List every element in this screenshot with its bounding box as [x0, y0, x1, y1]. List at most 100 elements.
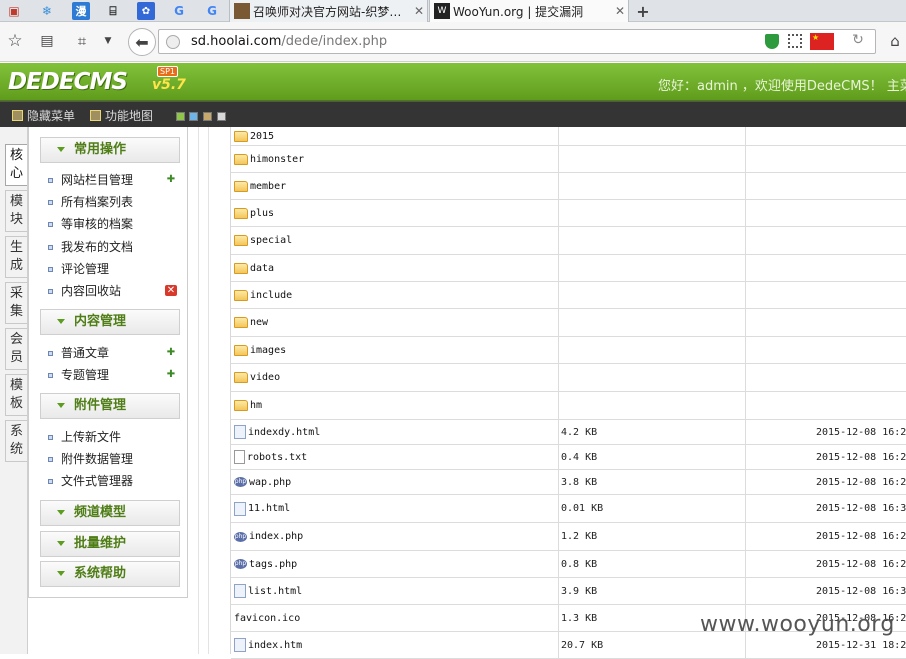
address-bar[interactable]: sd.hoolai.com/dede/index.php ★ ↻ [158, 29, 876, 54]
skin-swatch-green[interactable] [176, 112, 185, 121]
sidetab-system[interactable]: 系统 [5, 420, 27, 462]
file-name[interactable]: himonster [250, 154, 304, 165]
sidetab-generate[interactable]: 生成 [5, 236, 27, 278]
snowflake-icon[interactable]: ❄ [38, 2, 56, 20]
file-name[interactable]: robots.txt [247, 452, 307, 463]
file-name[interactable]: wap.php [249, 477, 291, 488]
file-name[interactable]: 11.html [248, 503, 290, 514]
menu-item[interactable]: 网站栏目管理 ✚ [48, 170, 175, 190]
menu-item[interactable]: 评论管理 [48, 259, 109, 279]
folder-row[interactable]: 2015 [231, 127, 906, 146]
skin-swatch-brown[interactable] [203, 112, 212, 121]
add-icon[interactable]: ✚ [165, 347, 177, 358]
menu-header-content[interactable]: 内容管理 [40, 309, 180, 335]
menu-item[interactable]: 普通文章 ✚ [48, 343, 175, 363]
home-icon[interactable]: ⌂ [886, 32, 904, 50]
file-name[interactable]: tags.php [249, 559, 297, 570]
add-icon[interactable]: ✚ [165, 174, 177, 185]
file-row[interactable]: php index.php 1.2 KB 2015-12-08 16:2 [231, 523, 906, 551]
file-name-cell[interactable]: index.htm [234, 632, 302, 658]
file-name-cell[interactable]: new [234, 309, 268, 336]
file-name[interactable]: images [250, 345, 286, 356]
file-name-cell[interactable]: php index.php [234, 523, 303, 550]
file-name[interactable]: member [250, 181, 286, 192]
file-name[interactable]: plus [250, 208, 274, 219]
file-name[interactable]: index.htm [248, 640, 302, 651]
file-name-cell[interactable]: include [234, 282, 292, 308]
folder-row[interactable]: member [231, 173, 906, 200]
menu-item[interactable]: 所有档案列表 [48, 192, 133, 212]
menu-header-channel[interactable]: 频道模型 [40, 500, 180, 526]
file-row[interactable]: php wap.php 3.8 KB 2015-12-08 16:2 [231, 470, 906, 495]
new-tab-button[interactable]: + [634, 2, 652, 21]
sidetab-module[interactable]: 模块 [5, 190, 27, 232]
chevron-down-icon[interactable]: ▼ [101, 34, 115, 48]
sidetab-template[interactable]: 模板 [5, 374, 27, 416]
add-icon[interactable]: ✚ [165, 369, 177, 380]
file-name-cell[interactable]: himonster [234, 146, 304, 172]
menu-header-batch[interactable]: 批量维护 [40, 531, 180, 557]
folder-row[interactable]: plus [231, 200, 906, 227]
file-name-cell[interactable]: 2015 [234, 127, 274, 145]
close-icon[interactable]: ✕ [411, 4, 427, 18]
file-name-cell[interactable]: plus [234, 200, 274, 226]
sidetab-member[interactable]: 会员 [5, 328, 27, 370]
delete-icon[interactable]: ✕ [165, 285, 177, 296]
sidetab-core[interactable]: 核心 [5, 144, 27, 186]
hide-menu-button[interactable]: 隐藏菜单 [12, 107, 75, 124]
folder-row[interactable]: include [231, 282, 906, 309]
file-name-cell[interactable]: robots.txt [234, 445, 307, 469]
robot-icon[interactable]: ⌸ [104, 2, 122, 20]
china-flag-icon[interactable]: ★ [810, 33, 834, 50]
reading-list-icon[interactable]: ▤ [37, 31, 57, 51]
menu-item[interactable]: 专题管理 ✚ [48, 365, 175, 385]
google-g-icon[interactable]: G [203, 2, 221, 20]
pinned-tab-1[interactable]: ▣ [5, 2, 23, 20]
menu-header-help[interactable]: 系统帮助 [40, 561, 180, 587]
file-name-cell[interactable]: special [234, 227, 292, 254]
folder-row[interactable]: images [231, 337, 906, 364]
file-name[interactable]: video [250, 372, 280, 383]
qrcode-icon[interactable] [788, 34, 802, 48]
close-icon[interactable]: ✕ [612, 4, 628, 18]
file-name[interactable]: new [250, 317, 268, 328]
menu-item[interactable]: 等审核的档案 [48, 214, 133, 234]
file-name-cell[interactable]: php tags.php [234, 551, 297, 577]
site-map-button[interactable]: 功能地图 [90, 107, 153, 124]
back-button[interactable]: ⬅ [128, 28, 156, 56]
folder-row[interactable]: video [231, 364, 906, 392]
folder-row[interactable]: hm [231, 392, 906, 420]
file-name[interactable]: indexdy.html [248, 427, 320, 438]
file-name-cell[interactable]: hm [234, 392, 262, 419]
folder-row[interactable]: data [231, 255, 906, 282]
skin-swatch-blue[interactable] [189, 112, 198, 121]
kuaibo-icon[interactable]: 漫 [72, 2, 90, 20]
menu-item[interactable]: 附件数据管理 [48, 449, 133, 469]
menu-header-common[interactable]: 常用操作 [40, 137, 180, 163]
file-name-cell[interactable]: favicon.ico [234, 605, 300, 631]
file-name-cell[interactable]: 11.html [234, 495, 290, 522]
file-name[interactable]: favicon.ico [234, 613, 300, 624]
file-row[interactable]: robots.txt 0.4 KB 2015-12-08 16:2 [231, 445, 906, 470]
folder-row[interactable]: new [231, 309, 906, 337]
file-name[interactable]: index.php [249, 531, 303, 542]
file-name[interactable]: data [250, 263, 274, 274]
shield-icon[interactable] [765, 34, 779, 49]
file-name-cell[interactable]: indexdy.html [234, 420, 320, 444]
file-name[interactable]: list.html [248, 586, 302, 597]
file-row[interactable]: indexdy.html 4.2 KB 2015-12-08 16:2 [231, 420, 906, 445]
folder-row[interactable]: himonster [231, 146, 906, 173]
crop-icon[interactable]: ⌗ [72, 31, 92, 51]
file-row[interactable]: php tags.php 0.8 KB 2015-12-08 16:2 [231, 551, 906, 578]
file-name[interactable]: hm [250, 400, 262, 411]
menu-item[interactable]: 内容回收站 ✕ [48, 281, 177, 301]
file-name-cell[interactable]: video [234, 364, 280, 391]
file-name[interactable]: include [250, 290, 292, 301]
tab-hoolai[interactable]: 召唤师对决官方网站-织梦… ✕ [229, 0, 428, 22]
menu-item[interactable]: 文件式管理器 [48, 471, 133, 491]
file-row[interactable]: 11.html 0.01 KB 2015-12-08 16:3 [231, 495, 906, 523]
file-name-cell[interactable]: data [234, 255, 274, 281]
menu-item[interactable]: 我发布的文档 [48, 237, 133, 257]
file-row[interactable]: list.html 3.9 KB 2015-12-08 16:3 [231, 578, 906, 605]
skin-swatch-gray[interactable] [217, 112, 226, 121]
